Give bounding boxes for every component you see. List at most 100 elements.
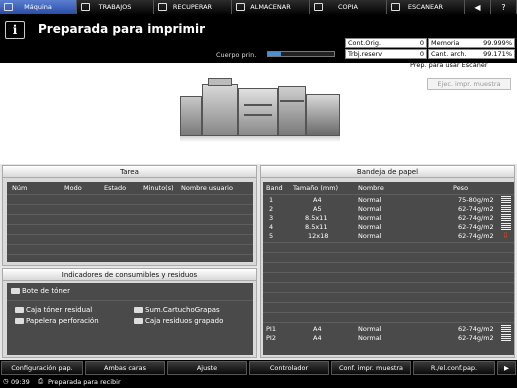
paper-tray-title: Bandeja de papel: [261, 166, 514, 178]
indicator-label: Papelera perforación: [26, 317, 99, 325]
tray-band: 1: [269, 196, 274, 204]
divider: [7, 244, 253, 245]
counter-value: 99.999%: [483, 39, 512, 47]
clock-time: 09:39: [11, 378, 30, 386]
tab-label: Máquina: [24, 3, 52, 11]
paper-level-icon: [501, 205, 511, 212]
divider: [263, 312, 514, 313]
paper-level-icon: [501, 223, 511, 230]
help-icon: ?: [501, 2, 506, 12]
body-level-bar: [267, 51, 335, 57]
waste-toner-indicator[interactable]: Caja tóner residual: [15, 306, 92, 314]
tab-copia[interactable]: COPIA: [310, 0, 387, 14]
divider: [7, 234, 253, 235]
indicator-label: Caja residuos grapado: [145, 317, 224, 325]
tab-escanear[interactable]: ESCANEAR: [387, 0, 465, 14]
tab-almacenar[interactable]: ALMACENAR: [232, 0, 310, 14]
controller-button[interactable]: Controlador: [249, 361, 329, 375]
next-page-button[interactable]: ▶: [497, 361, 516, 375]
tray-weight: 75-80g/m2: [458, 196, 494, 204]
indicator-label: Caja tóner residual: [26, 306, 93, 314]
sample-print-button[interactable]: Ejec. impr. muestra: [427, 78, 511, 90]
volume-button[interactable]: ◀: [465, 0, 491, 14]
col-nombre: Nombre: [358, 184, 384, 192]
paper-setting-reset-button[interactable]: R./el.conf.pap.: [413, 361, 495, 375]
col-band: Band: [266, 184, 283, 192]
punch-waste-indicator[interactable]: Papelera perforación: [15, 317, 99, 325]
staple-waste-indicator[interactable]: Caja residuos grapado: [134, 317, 223, 325]
help-button[interactable]: ?: [491, 0, 517, 14]
paper-level-icon: [501, 334, 511, 341]
status-title: Preparada para imprimir: [38, 22, 206, 36]
tray-row[interactable]: PI2 A4 Normal 62-74g/m2: [263, 333, 514, 342]
staple-cartridge-indicator[interactable]: Sum.CartuchoGrapas: [134, 306, 220, 314]
tab-label: TRABAJOS: [98, 3, 132, 11]
divider: [7, 204, 253, 205]
tray-size: A4: [313, 196, 322, 204]
scanner-ready-text: Prep. para usar Escáner: [410, 61, 488, 69]
divider: [263, 272, 514, 273]
sample-print-setting-button[interactable]: Conf. impr. muestra: [331, 361, 411, 375]
counter-memoria: Memoria 99.999%: [428, 38, 515, 48]
paper-empty-alert-icon: ⇩: [502, 231, 509, 240]
waste-toner-icon: [15, 307, 24, 313]
tarea-panel: Tarea Núm Modo Estado Minuto(s) Nombre u…: [2, 165, 257, 266]
copy-icon: [314, 3, 323, 11]
tab-recuperar[interactable]: RECUPERAR: [154, 0, 232, 14]
paper-level-icon: [501, 214, 511, 221]
tab-maquina[interactable]: Máquina: [0, 0, 77, 14]
consumables-list: Bote de tóner Caja tóner residual Sum.Ca…: [7, 283, 253, 355]
col-estado: Estado: [104, 184, 127, 192]
store-icon: [236, 3, 245, 11]
counter-cont-orig: Cont.Orig. 0: [345, 38, 427, 48]
tray-size: 12x18: [308, 232, 329, 240]
tray-name: Normal: [358, 196, 382, 204]
tab-label: COPIA: [338, 3, 358, 11]
counter-label: Trbj.reserv: [348, 50, 383, 58]
paper-level-icon: [501, 325, 511, 332]
toner-bottle-indicator[interactable]: Bote de tóner: [11, 287, 70, 295]
tray-weight: 62-74g/m2: [458, 214, 494, 222]
jobs-icon: [81, 3, 90, 11]
tray-row[interactable]: PI1 A4 Normal 62-74g/m2: [263, 324, 514, 333]
tray-row[interactable]: 1 A4 Normal 75-80g/m2: [263, 195, 514, 204]
tray-band: PI2: [266, 334, 276, 342]
adjust-button[interactable]: Ajuste: [167, 361, 247, 375]
counter-label: Cont.Orig.: [348, 39, 382, 47]
tray-weight: 62-74g/m2: [458, 232, 494, 240]
paper-setting-button[interactable]: Configuración pap.: [1, 361, 83, 375]
machine-illustration[interactable]: [180, 74, 340, 164]
recall-icon: [158, 3, 167, 11]
footer-status-text: Preparada para recibir: [48, 378, 121, 386]
counter-trbj-reserv: Trbj.reserv 0: [345, 49, 427, 59]
consumables-panel: Indicadores de consumibles y residuos Bo…: [2, 268, 257, 358]
tab-label: ESCANEAR: [407, 3, 444, 11]
tray-size: 8.5x11: [305, 214, 328, 222]
tray-row[interactable]: 5 12x18 Normal 62-74g/m2 ⇩: [263, 231, 514, 240]
divider: [263, 302, 514, 303]
duplex-button[interactable]: Ambas caras: [85, 361, 165, 375]
staple-waste-icon: [134, 318, 143, 324]
divider: [7, 214, 253, 215]
tray-weight: 62-74g/m2: [458, 205, 494, 213]
indicator-label: Bote de tóner: [22, 287, 70, 295]
tray-size: A5: [313, 205, 322, 213]
tray-row[interactable]: 3 8.5x11 Normal 62-74g/m2: [263, 213, 514, 222]
tray-band: PI1: [266, 325, 276, 333]
tray-row[interactable]: 2 A5 Normal 62-74g/m2: [263, 204, 514, 213]
divider: [263, 252, 514, 253]
body-level-fill: [268, 52, 282, 56]
counter-value: 0: [419, 50, 424, 58]
machine-icon: [4, 3, 13, 11]
tray-name: Normal: [358, 325, 382, 333]
tray-name: Normal: [358, 232, 382, 240]
tab-label: RECUPERAR: [172, 3, 213, 11]
printer-icon: ⎙: [38, 377, 44, 385]
tray-row[interactable]: 4 8.5x11 Normal 62-74g/m2: [263, 222, 514, 231]
task-list[interactable]: Núm Modo Estado Minuto(s) Nombre usuario: [7, 182, 253, 262]
arrow-right-icon: ▶: [504, 364, 509, 372]
divider: [263, 322, 514, 323]
tab-trabajos[interactable]: TRABAJOS: [77, 0, 154, 14]
tray-band: 4: [269, 223, 274, 231]
paper-level-icon: [501, 196, 511, 203]
